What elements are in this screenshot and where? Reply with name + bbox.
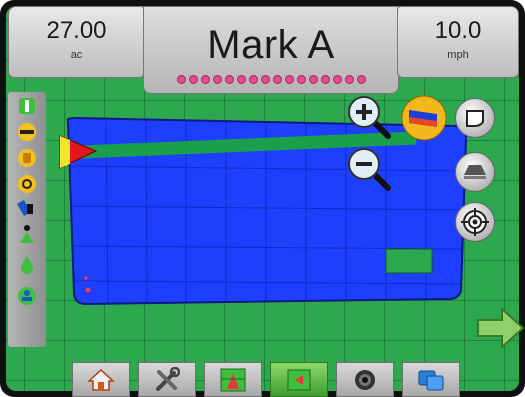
tab-tools[interactable]	[138, 362, 196, 397]
boom-section-light	[200, 75, 210, 84]
boom-section-light	[188, 75, 198, 84]
boom-section-light	[344, 75, 354, 84]
coverage-map-icon[interactable]	[401, 95, 447, 141]
bottom-tab-bar	[72, 362, 472, 397]
arrow-right-icon[interactable]	[476, 306, 525, 350]
hand-stop-icon[interactable]	[17, 148, 37, 168]
boom-section-indicator	[174, 75, 368, 85]
target-icon	[461, 208, 489, 236]
vehicle-marker-highlight	[60, 136, 70, 168]
area-value: 27.00	[46, 17, 107, 44]
tab-windows[interactable]	[402, 362, 460, 397]
boom-section-light	[236, 75, 246, 84]
vehicle-icon[interactable]	[17, 224, 37, 244]
speed-unit: mph	[447, 49, 469, 61]
boom-section-light	[332, 75, 342, 84]
area-unit: ac	[70, 49, 83, 61]
perspective-button[interactable]	[455, 152, 495, 192]
tab-field-guidance[interactable]	[204, 362, 262, 397]
page-title: Mark A	[207, 23, 335, 67]
map-marker-flag-icon	[287, 369, 311, 390]
tab-camera[interactable]	[336, 362, 394, 397]
boundary-button[interactable]	[455, 98, 495, 138]
boom-section-light	[296, 75, 306, 84]
no-coverage-patch	[385, 248, 433, 274]
boom-section-light	[176, 75, 186, 84]
speed-readout: 10.0 mph	[397, 6, 519, 78]
tab-map-marker[interactable]	[270, 362, 328, 397]
boom-section-light	[260, 75, 270, 84]
boundary-icon	[466, 110, 484, 127]
boom-section-light	[248, 75, 258, 84]
boom-section-light	[320, 75, 330, 84]
tab-home[interactable]	[72, 362, 130, 397]
boom-section-light	[308, 75, 318, 84]
boom-section-light	[272, 75, 282, 84]
perspective-icon	[464, 165, 486, 179]
marker-icon[interactable]	[17, 286, 37, 306]
field-guidance-icon	[220, 368, 246, 391]
tools-icon	[156, 366, 180, 391]
area-readout: 27.00 ac	[8, 6, 145, 78]
target-button[interactable]	[455, 202, 495, 242]
speed-value: 10.0	[434, 17, 482, 44]
section-guide-icon[interactable]	[17, 96, 37, 116]
camera-icon	[355, 369, 375, 390]
display-screen: 27.00 ac Mark A 10.0 mph	[0, 0, 525, 397]
flow-icon[interactable]	[17, 198, 37, 218]
side-toolbar	[8, 92, 46, 347]
zoom-in-icon[interactable]	[346, 94, 392, 140]
zoom-out-icon[interactable]	[346, 146, 392, 192]
windows-icon	[418, 370, 444, 390]
boom-section-light	[212, 75, 222, 84]
boom-section-light	[356, 75, 366, 84]
home-icon	[88, 368, 114, 391]
boom-section-light	[224, 75, 234, 84]
boom-section-light	[284, 75, 294, 84]
job-title-panel: Mark A	[143, 6, 399, 94]
hazard-icon[interactable]	[17, 174, 37, 194]
droplet-icon[interactable]	[17, 254, 37, 274]
boom-icon[interactable]	[17, 122, 37, 142]
